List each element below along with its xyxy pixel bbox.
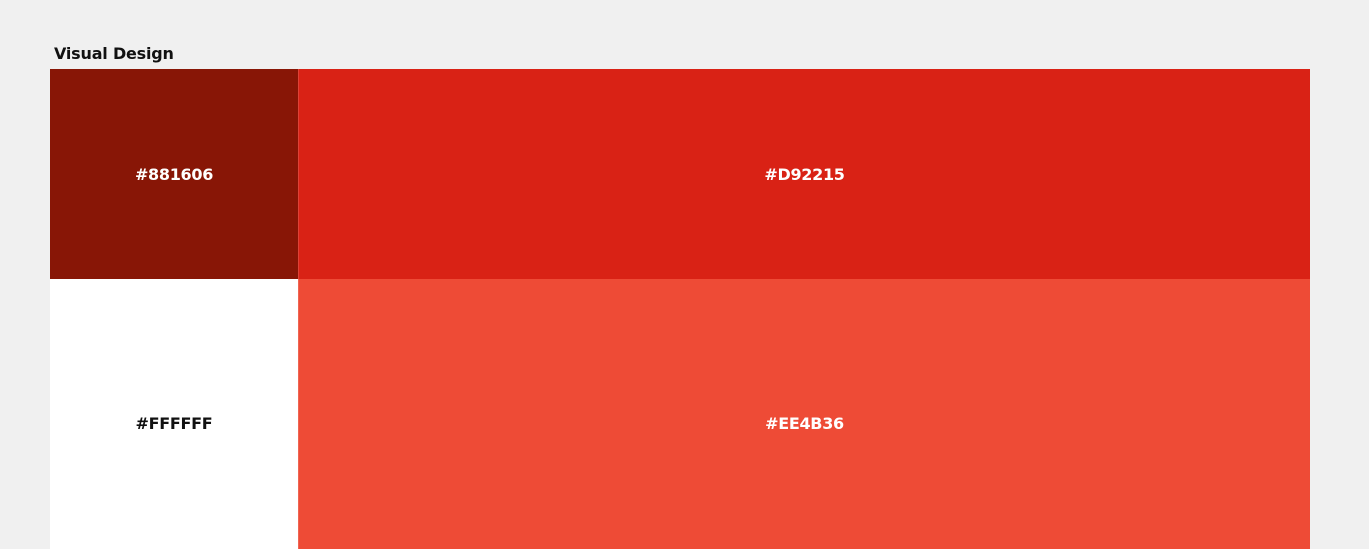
color-swatch-dark-red: #881606 xyxy=(50,69,298,279)
swatch-hex-label: #881606 xyxy=(134,164,214,184)
color-swatch-light-red: #EE4B36 xyxy=(298,279,1310,549)
section-title: Visual Design xyxy=(54,44,174,63)
color-swatch-red: #D92215 xyxy=(298,69,1310,279)
swatch-hex-label: #FFFFFF xyxy=(135,413,213,433)
color-swatch-white: #FFFFFF xyxy=(50,279,298,549)
swatch-hex-label: #D92215 xyxy=(764,164,845,184)
color-palette: #881606 #D92215 #FFFFFF #EE4B36 xyxy=(50,69,1310,549)
swatch-hex-label: #EE4B36 xyxy=(765,413,844,433)
